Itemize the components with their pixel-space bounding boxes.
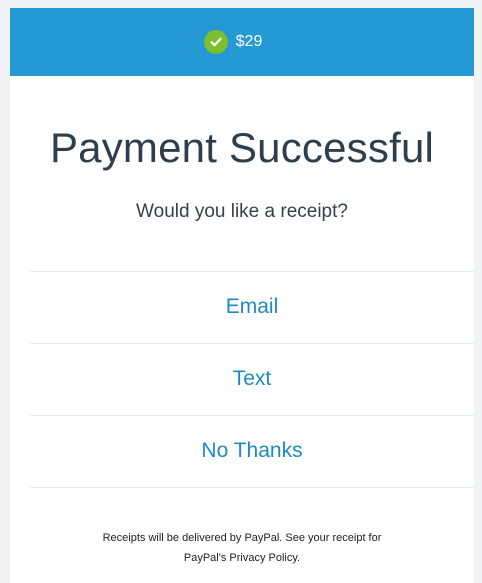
- footer-line-1: Receipts will be delivered by PayPal. Se…: [102, 532, 382, 544]
- checkmark-icon: [210, 37, 222, 47]
- receipt-footer-note: Receipts will be delivered by PayPal. Se…: [50, 528, 434, 568]
- receipt-question: Would you like a receipt?: [136, 201, 348, 222]
- receipt-screen: $29 Payment Successful Would you like a …: [10, 8, 474, 583]
- text-receipt-button[interactable]: Text: [30, 344, 474, 414]
- amount-header-bar: $29: [10, 8, 474, 76]
- divider: [30, 487, 474, 488]
- email-receipt-button[interactable]: Email: [30, 272, 474, 342]
- footer-line-2: PayPal's Privacy Policy.: [183, 552, 301, 564]
- no-thanks-button[interactable]: No Thanks: [30, 416, 474, 486]
- paid-amount: $29: [235, 33, 263, 50]
- paid-amount-group: $29: [203, 30, 263, 54]
- page-title: Payment Successful: [49, 124, 435, 171]
- checkmark-circle-icon: [203, 30, 228, 54]
